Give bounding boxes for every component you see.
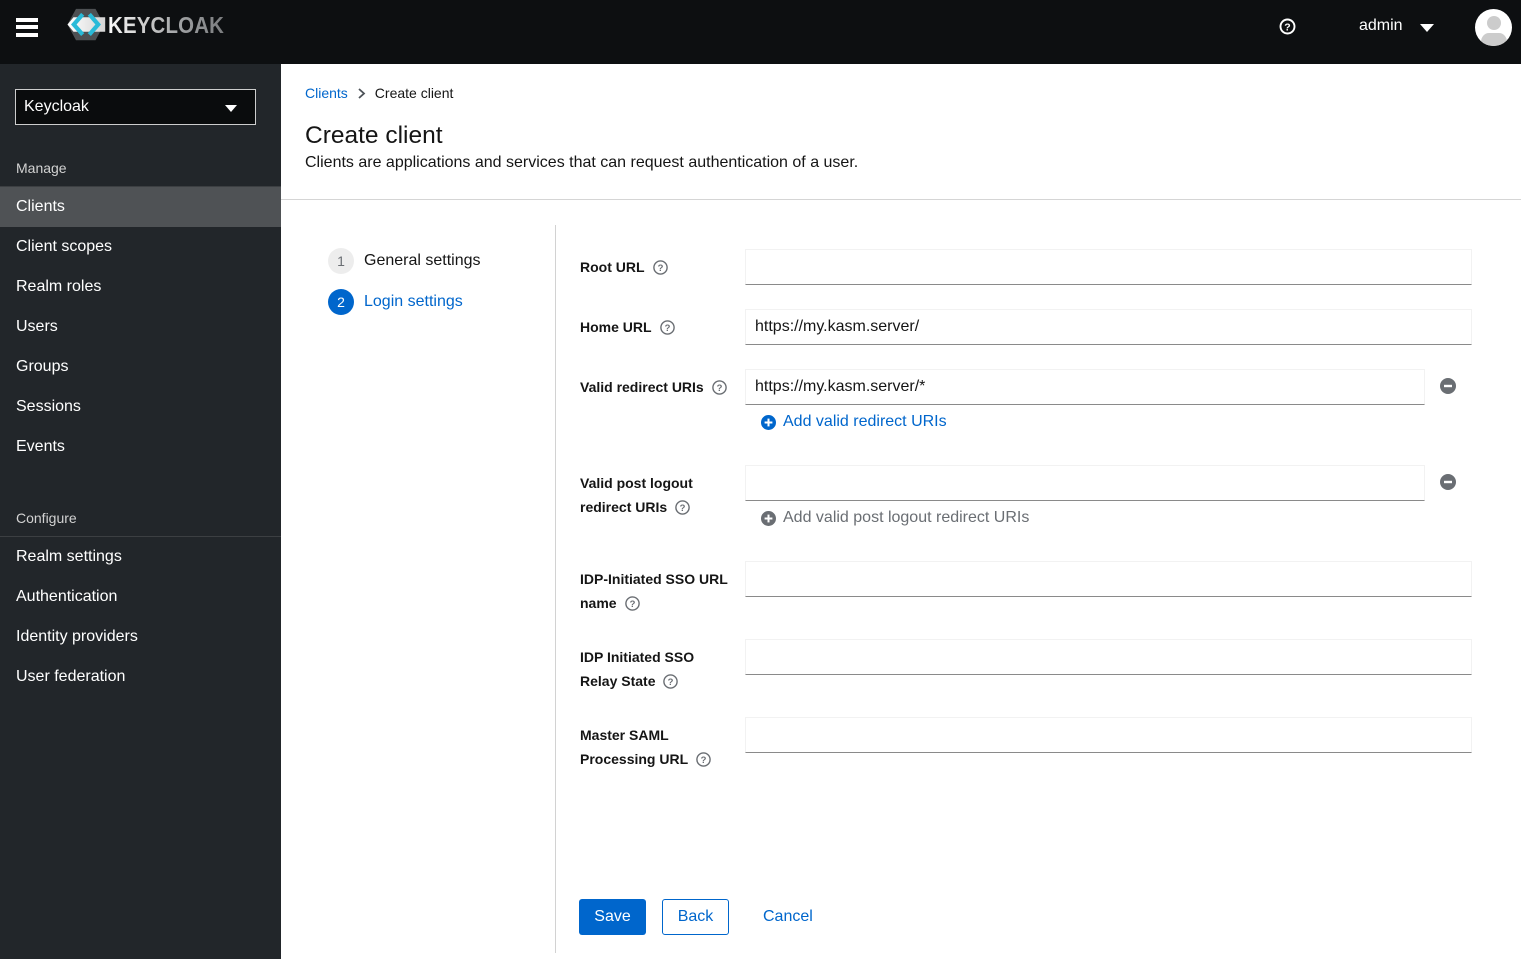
svg-text:?: ? xyxy=(664,323,670,334)
svg-text:?: ? xyxy=(668,677,674,688)
svg-text:?: ? xyxy=(716,383,722,394)
svg-text:?: ? xyxy=(629,599,635,610)
svg-text:?: ? xyxy=(1284,22,1290,34)
svg-text:?: ? xyxy=(680,503,686,514)
svg-text:?: ? xyxy=(657,263,663,274)
svg-text:?: ? xyxy=(701,755,707,766)
